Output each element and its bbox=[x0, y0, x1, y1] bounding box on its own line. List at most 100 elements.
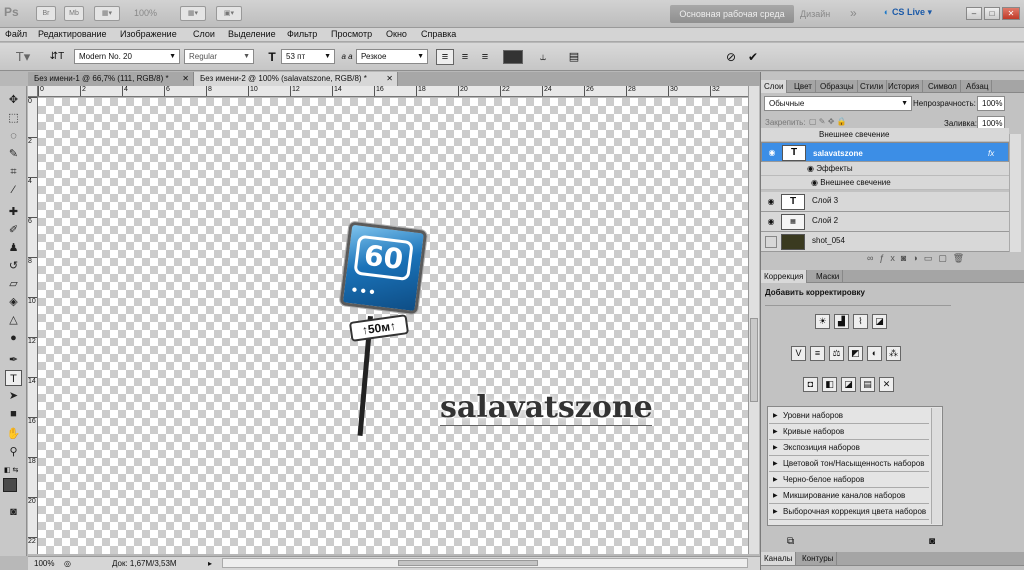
preset-exposure[interactable]: Экспозиция наборов bbox=[769, 440, 929, 456]
align-left-icon[interactable]: ≡ bbox=[436, 49, 454, 65]
lasso-tool-icon[interactable]: ◌ bbox=[5, 128, 22, 144]
view-extras-button[interactable]: ▦▾ bbox=[94, 6, 120, 21]
eraser-tool-icon[interactable]: ▱ bbox=[5, 276, 22, 292]
tab-character[interactable]: Символ bbox=[925, 80, 961, 93]
photo-filter-icon[interactable]: ◐ bbox=[867, 346, 882, 361]
menu-layers[interactable]: Слои bbox=[193, 29, 215, 39]
ruler-origin[interactable] bbox=[28, 86, 38, 97]
tab-paragraph[interactable]: Абзац bbox=[963, 80, 993, 93]
layer-name[interactable]: Слой 2 bbox=[812, 216, 838, 225]
tab-swatches[interactable]: Образцы bbox=[817, 80, 858, 93]
tab-layers[interactable]: Слои bbox=[761, 80, 788, 93]
menu-filter[interactable]: Фильтр bbox=[287, 29, 317, 39]
vertical-ruler[interactable]: 0 2 4 6 8 10 12 14 16 18 20 22 bbox=[28, 97, 38, 554]
lock-icons[interactable]: ▢ ✎ ✥ 🔒 bbox=[809, 117, 847, 126]
more-workspaces-icon[interactable]: » bbox=[850, 6, 857, 20]
fx-icon[interactable]: fx bbox=[988, 147, 994, 160]
preset-curves[interactable]: Кривые наборов bbox=[769, 424, 929, 440]
brightness-contrast-icon[interactable]: ☀ bbox=[815, 314, 830, 329]
mini-bridge-button[interactable]: Mb bbox=[64, 6, 84, 21]
tab-document-1[interactable]: Без имени-1 @ 66,7% (111, RGB/8) * ✕ bbox=[28, 72, 194, 86]
eyedropper-tool-icon[interactable]: ⁄ bbox=[5, 182, 22, 198]
blend-mode-select[interactable]: Обычные ▼ bbox=[764, 96, 912, 111]
color-balance-icon[interactable]: ⚖ bbox=[829, 346, 844, 361]
status-info-icon[interactable]: ◎ bbox=[64, 559, 71, 568]
status-menu-icon[interactable]: ▸ bbox=[208, 559, 212, 568]
arrange-documents-button[interactable]: ▦▾ bbox=[180, 6, 206, 21]
character-panel-icon[interactable]: ▤ bbox=[566, 49, 582, 65]
move-tool-icon[interactable]: ✥ bbox=[5, 92, 22, 108]
text-tool-preset-icon[interactable]: T▾ bbox=[8, 49, 38, 65]
marquee-tool-icon[interactable]: ⬚ bbox=[5, 110, 22, 126]
quick-mask-icon[interactable]: ◙ bbox=[5, 504, 22, 520]
visibility-eye-icon[interactable]: ◉ bbox=[765, 216, 777, 228]
layer-name[interactable]: salavatszone bbox=[813, 147, 863, 160]
preset-hue-saturation[interactable]: Цветовой тон/Насыщенность наборов bbox=[769, 456, 929, 472]
menu-window[interactable]: Окно bbox=[386, 29, 407, 39]
quick-selection-tool-icon[interactable]: ✎ bbox=[5, 146, 22, 162]
outer-glow-row[interactable]: ◉ Внешнее свечение bbox=[761, 176, 1009, 190]
horizontal-ruler[interactable]: 0246810121416182022242628303234 bbox=[38, 86, 748, 97]
path-selection-tool-icon[interactable]: ➤ bbox=[5, 388, 22, 404]
cs-live-button[interactable]: ◐ CS Live ▾ bbox=[884, 7, 932, 18]
minimize-button[interactable]: – bbox=[966, 7, 982, 20]
gradient-map-icon[interactable]: ▤ bbox=[860, 377, 875, 392]
tab-paths[interactable]: Контуры bbox=[799, 552, 838, 565]
clone-stamp-tool-icon[interactable]: ♟ bbox=[5, 240, 22, 256]
foreground-color-swatch[interactable] bbox=[3, 478, 17, 492]
presets-scrollbar[interactable] bbox=[931, 408, 941, 524]
align-center-icon[interactable]: ≡ bbox=[456, 49, 474, 65]
crop-tool-icon[interactable]: ⌗ bbox=[5, 164, 22, 180]
tab-document-2[interactable]: Без имени-2 @ 100% (salavatszone, RGB/8)… bbox=[194, 72, 398, 86]
vertical-scrollbar[interactable] bbox=[748, 86, 759, 554]
brush-tool-icon[interactable]: ✐ bbox=[5, 222, 22, 238]
bridge-button[interactable]: Br bbox=[36, 6, 56, 21]
blur-tool-icon[interactable]: △ bbox=[5, 312, 22, 328]
layer-name[interactable]: Слой 3 bbox=[812, 196, 838, 205]
paint-bucket-tool-icon[interactable]: ◈ bbox=[5, 294, 22, 310]
layers-footer-icons[interactable]: ∞ƒx◙◑▭▢🗑 bbox=[867, 253, 970, 264]
workspace-design-button[interactable]: Дизайн bbox=[800, 5, 840, 23]
cancel-icon[interactable]: ⊘ bbox=[722, 49, 740, 65]
posterize-icon[interactable]: ◧ bbox=[822, 377, 837, 392]
preset-levels[interactable]: Уровни наборов bbox=[769, 408, 929, 424]
pen-tool-icon[interactable]: ✒ bbox=[5, 352, 22, 368]
preset-selective-color[interactable]: Выборочная коррекция цвета наборов bbox=[769, 504, 929, 520]
healing-brush-tool-icon[interactable]: ✚ bbox=[5, 204, 22, 220]
levels-icon[interactable]: ▟ bbox=[834, 314, 849, 329]
zoom-level[interactable]: 100% bbox=[134, 8, 157, 18]
close-button[interactable]: ✕ bbox=[1002, 7, 1020, 20]
effects-row[interactable]: ◉ Эффекты bbox=[761, 162, 1009, 176]
menu-view[interactable]: Просмотр bbox=[331, 29, 372, 39]
maximize-button[interactable]: □ bbox=[984, 7, 1000, 20]
preset-channel-mixer[interactable]: Микширование каналов наборов bbox=[769, 488, 929, 504]
tab-color[interactable]: Цвет bbox=[791, 80, 816, 93]
hand-tool-icon[interactable]: ✋ bbox=[5, 426, 22, 442]
font-size-select[interactable]: 53 пт ▼ bbox=[281, 49, 335, 64]
layer-name[interactable]: shot_054 bbox=[812, 236, 845, 245]
menu-image[interactable]: Изображение bbox=[120, 29, 177, 39]
type-tool-icon[interactable]: T bbox=[5, 370, 22, 386]
hue-saturation-icon[interactable]: ≡ bbox=[810, 346, 825, 361]
default-colors-icon[interactable]: ◧ ⇆ bbox=[4, 466, 18, 474]
threshold-icon[interactable]: ◪ bbox=[841, 377, 856, 392]
menu-select[interactable]: Выделение bbox=[228, 29, 276, 39]
text-layer-content[interactable]: salavatszone bbox=[440, 390, 653, 425]
antialias-select[interactable]: Резкое ▼ bbox=[356, 49, 428, 64]
warp-text-icon[interactable]: ⥿ bbox=[535, 49, 551, 65]
horizontal-scroll-thumb[interactable] bbox=[398, 560, 538, 566]
clip-to-layer-icon[interactable]: ⧉ bbox=[787, 536, 794, 547]
layer-row-salavatszone[interactable]: ◉ T salavatszone fx bbox=[761, 142, 1009, 162]
zoom-tool-icon[interactable]: ⚲ bbox=[5, 444, 22, 460]
align-right-icon[interactable]: ≡ bbox=[476, 49, 494, 65]
menu-file[interactable]: Файл bbox=[5, 29, 27, 39]
layer-row-sloy-3[interactable]: ◉ T Слой 3 bbox=[761, 192, 1009, 212]
channel-mixer-icon[interactable]: ⁂ bbox=[886, 346, 901, 361]
document-canvas[interactable]: 60 ● ● ● ↑50м↑ salavatszone bbox=[38, 98, 748, 554]
previous-effect-row[interactable]: Внешнее свечение bbox=[761, 128, 1009, 142]
font-style-select[interactable]: Regular ▼ bbox=[184, 49, 254, 64]
visibility-eye-icon[interactable]: ◉ bbox=[765, 196, 777, 208]
visibility-toggle-empty[interactable] bbox=[765, 236, 777, 248]
toggle-orientation-icon[interactable]: ⇵T bbox=[48, 49, 66, 65]
effect-eye-icon[interactable]: ◉ bbox=[811, 178, 820, 187]
